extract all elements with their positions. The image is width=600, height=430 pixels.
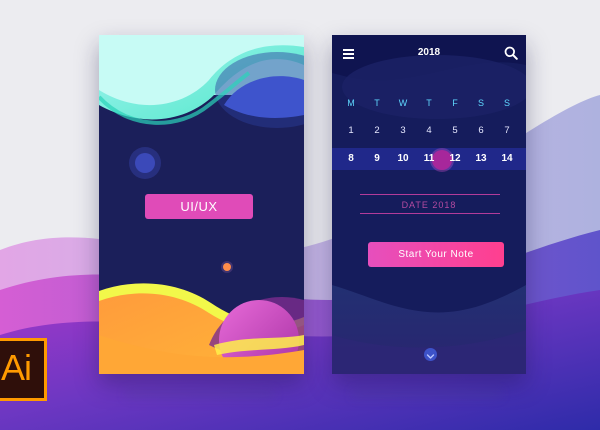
weekday-label: M [347, 98, 355, 108]
weekday-label: S [503, 98, 510, 108]
date-field-top-line [360, 194, 500, 195]
calendar-day[interactable]: 12 [442, 153, 468, 164]
date-field[interactable]: DATE 2018 [332, 200, 526, 210]
date-field-bottom-line [360, 213, 500, 214]
calendar-day[interactable]: 1 [338, 125, 364, 136]
weekday-label: T [374, 98, 380, 108]
weekday-label: F [452, 98, 458, 108]
search-icon[interactable] [504, 46, 518, 60]
weekday-label: T [426, 98, 432, 108]
calendar-day[interactable]: 9 [364, 153, 390, 164]
right-phone-shadow [352, 390, 502, 398]
chevron-down-icon [426, 354, 435, 359]
uiux-button[interactable]: UI/UX [145, 194, 253, 219]
illustrator-logo-text: Ai [1, 347, 32, 388]
calendar-day[interactable]: 2 [364, 125, 390, 136]
weekday-label: W [398, 98, 408, 108]
year-title: 2018 [417, 47, 441, 58]
calendar-day[interactable]: 10 [390, 153, 416, 164]
weekday-row: M T W T F S S [338, 98, 520, 108]
calendar-day[interactable]: 8 [338, 153, 364, 164]
calendar-header: 2018 [332, 35, 526, 73]
calendar-day[interactable]: 7 [494, 125, 520, 136]
calendar-day-selected[interactable]: 11 [416, 153, 442, 164]
calendar-day[interactable]: 5 [442, 125, 468, 136]
start-note-button[interactable]: Start Your Note [368, 242, 504, 267]
calendar-week-row: 1 2 3 4 5 6 7 [338, 125, 520, 136]
calendar-day[interactable]: 6 [468, 125, 494, 136]
calendar-day[interactable]: 4 [416, 125, 442, 136]
illustrator-logo: Ai [0, 338, 47, 401]
calendar-day[interactable]: 13 [468, 153, 494, 164]
left-phone-shadow [125, 390, 275, 398]
right-phone-screen: 2018 M T W T F S S 1 2 3 4 5 6 7 8 9 10 … [332, 35, 526, 374]
calendar-week-row-current: 8 9 10 11 12 13 14 [338, 153, 520, 164]
weekday-label: S [477, 98, 484, 108]
calendar-day[interactable]: 14 [494, 153, 520, 164]
scroll-down-button[interactable] [424, 348, 437, 361]
calendar-day[interactable]: 3 [390, 125, 416, 136]
left-phone-screen: UI/UX [99, 35, 304, 374]
